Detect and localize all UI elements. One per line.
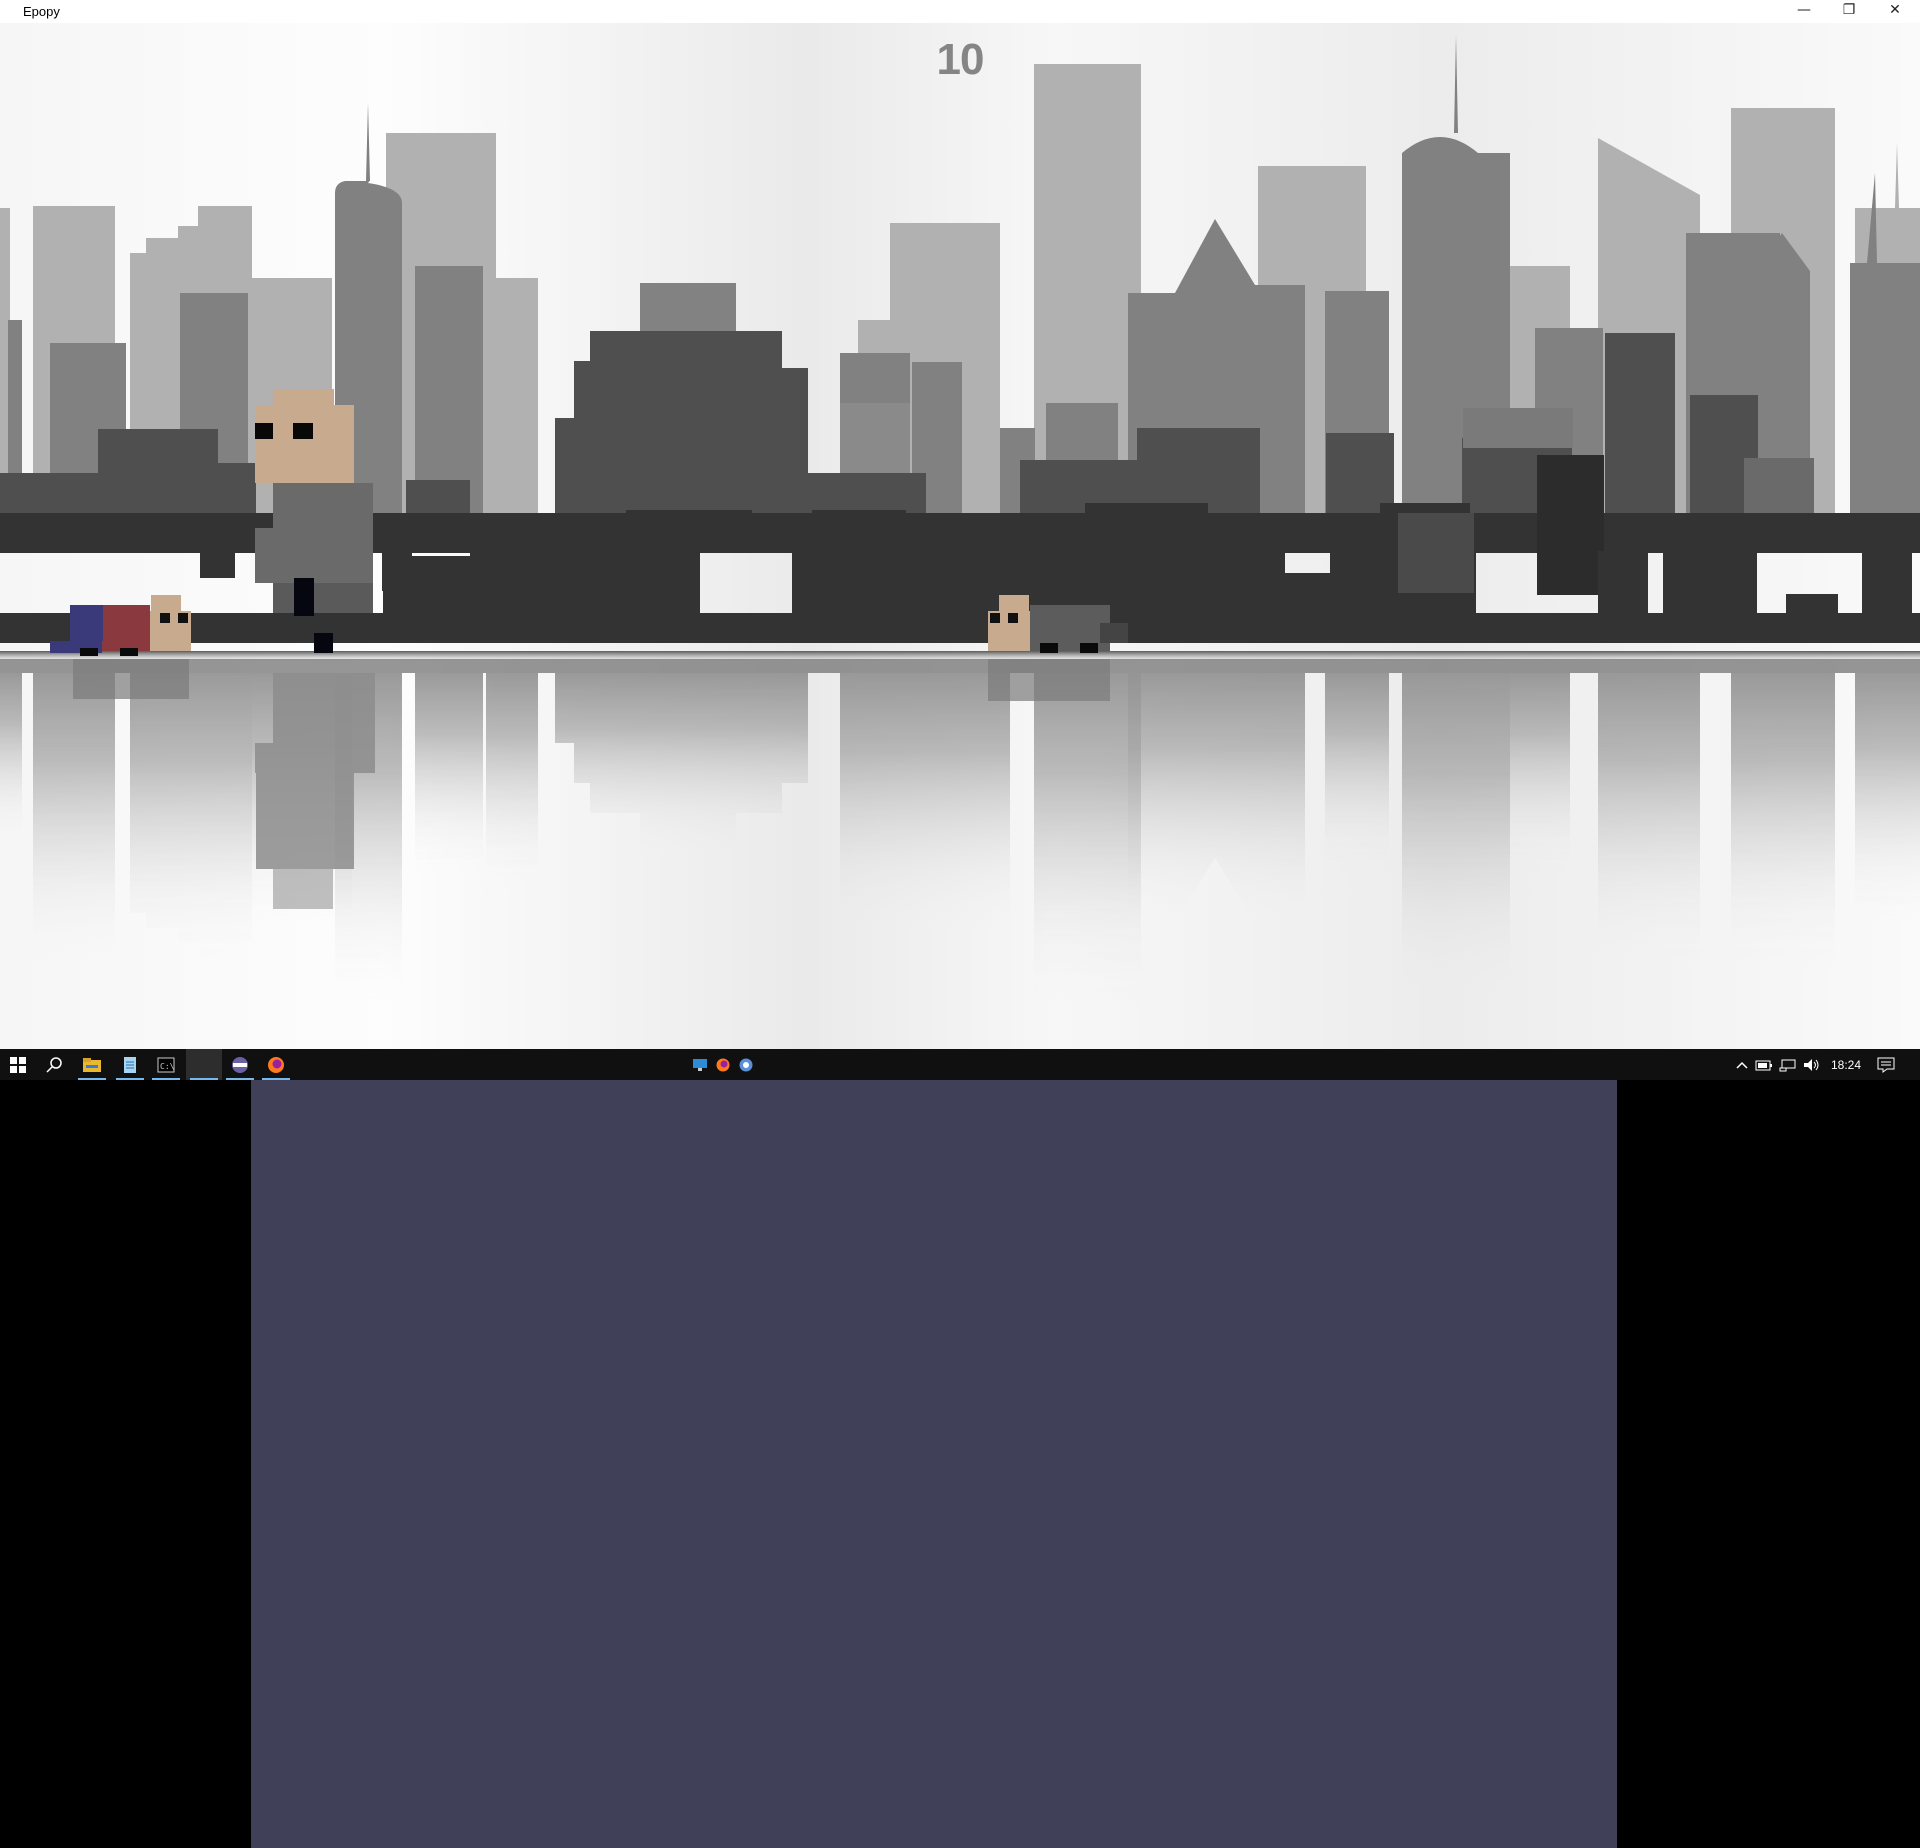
taskbar-chromium[interactable]: [736, 1049, 756, 1080]
taskbar-game-window[interactable]: [186, 1049, 222, 1080]
network-icon[interactable]: [1779, 1058, 1797, 1072]
secondary-display-panel: [251, 1080, 1617, 1848]
taskbar-file-explorer[interactable]: [74, 1049, 110, 1080]
secondary-display: [0, 1080, 1920, 1848]
search-button[interactable]: [36, 1049, 72, 1080]
enemy-left-reflection: [73, 659, 189, 699]
player-eye-left: [255, 423, 273, 439]
battery-icon[interactable]: [1755, 1058, 1773, 1072]
search-icon: [46, 1056, 62, 1073]
window-title: Epopy: [23, 4, 60, 19]
player-eye-right: [293, 423, 313, 439]
start-button[interactable]: [0, 1049, 36, 1080]
volume-icon[interactable]: [1803, 1058, 1821, 1072]
score-counter: 10: [936, 35, 985, 84]
file-explorer-icon: [83, 1057, 101, 1072]
terminal-icon: C:\: [157, 1057, 175, 1072]
firefox-icon: [716, 1058, 730, 1071]
windows-logo-icon: [10, 1056, 26, 1073]
action-center-button[interactable]: [1868, 1049, 1904, 1080]
chevron-up-icon[interactable]: [1735, 1058, 1749, 1072]
notepad-icon: [124, 1056, 136, 1073]
taskbar-terminal[interactable]: C:\: [148, 1049, 184, 1080]
taskbar-firefox-secondary[interactable]: [713, 1049, 733, 1080]
notifications-icon: [1877, 1057, 1895, 1073]
chromium-icon: [739, 1058, 753, 1071]
taskbar: C:\ 18:24: [0, 1049, 1920, 1080]
restore-button[interactable]: ❐: [1827, 0, 1871, 23]
vpn-icon: [232, 1056, 248, 1073]
window-titlebar: Epopy — ❐ ✕: [0, 0, 1920, 23]
enemy-left: [50, 595, 191, 656]
city-skyline-scene: [0, 35, 1920, 1003]
firefox-icon: [268, 1056, 284, 1073]
taskbar-vpn[interactable]: [222, 1049, 258, 1080]
taskbar-remote-desktop[interactable]: [690, 1049, 710, 1080]
minimize-button[interactable]: —: [1782, 0, 1826, 23]
game-window-icon: [196, 1057, 212, 1072]
taskbar-notepad[interactable]: [112, 1049, 148, 1080]
enemy-center-reflection: [988, 659, 1110, 701]
taskbar-firefox[interactable]: [258, 1049, 294, 1080]
close-button[interactable]: ✕: [1873, 0, 1917, 23]
svg-text:C:\: C:\: [160, 1062, 175, 1071]
game-canvas[interactable]: 10: [0, 23, 1920, 1049]
system-tray: 18:24: [1735, 1049, 1861, 1080]
clock[interactable]: 18:24: [1831, 1058, 1861, 1072]
remote-desktop-icon: [693, 1058, 707, 1071]
